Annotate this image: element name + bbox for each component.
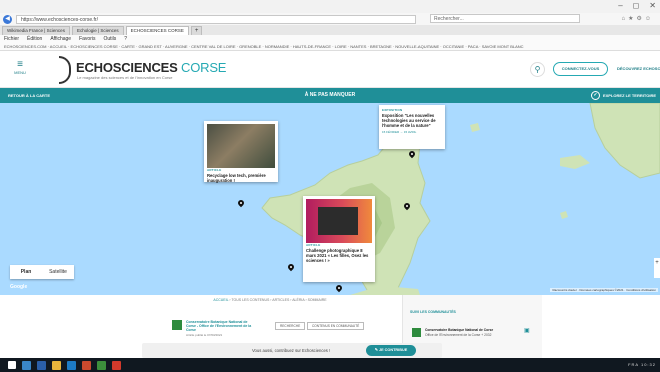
author-block[interactable]: Conservatoire Botanique National de Cors… — [172, 320, 256, 337]
zoom-in-button[interactable]: + — [654, 258, 660, 278]
capraia-island — [470, 123, 480, 132]
contribute-button[interactable]: ✎ JE CONTRIBUE — [366, 345, 416, 356]
address-bar-row: ◀ https://www.echosciences-corse.fr/ Rec… — [0, 13, 660, 25]
card-title: Challenge photographique 8 mars 2021 « L… — [306, 248, 369, 263]
browser-tab-2[interactable]: Echologie | Sciences — [71, 26, 124, 35]
ie-browser-icon[interactable] — [37, 360, 46, 370]
menu-label: MENU — [14, 70, 26, 75]
browser-tab-strip: Wikimedia France | Sciences Echologie | … — [0, 25, 660, 35]
menu-fichier[interactable]: Fichier — [4, 35, 19, 43]
powerpoint-icon[interactable] — [82, 360, 91, 370]
tag-contenus[interactable]: CONTENUS EN COMMUNAUTÉ — [307, 322, 365, 330]
map-card-recyclage[interactable]: ARTICLE Recyclage low tech, première ina… — [204, 121, 278, 183]
window-controls: – ◻ ✕ — [618, 1, 656, 10]
map-pin[interactable] — [409, 151, 415, 159]
folder-icon[interactable] — [52, 360, 61, 370]
site-header: ≡ MENU ECHOSCIENCES CORSE Le magazine de… — [0, 51, 660, 88]
breadcrumb-trail[interactable]: › TOUS LES CONTENUS › ARTICLES › ALÉRIA … — [229, 298, 326, 302]
card-thumbnail-photo — [318, 207, 358, 235]
excel-icon[interactable] — [97, 360, 106, 370]
map-type-toggle: Plan Satellite — [10, 265, 74, 279]
card-category: ARTICLE — [207, 168, 222, 172]
connect-button[interactable]: CONNECTEZ-VOUS — [553, 62, 608, 76]
discover-link[interactable]: DÉCOUVREZ ECHOSCIENCES — [617, 62, 660, 76]
sardinia-coast — [350, 287, 420, 295]
card-title: Exposition "Les nouvelles technologies a… — [382, 113, 436, 128]
logo-bracket-icon — [59, 56, 71, 84]
logo-accent: CORSE — [181, 60, 227, 75]
explore-label: EXPLOREZ LE TERRITOIRE — [602, 93, 656, 98]
publish-date: Article publié le 07/03/2021 — [186, 333, 223, 337]
community-item[interactable]: Conservatoire Botanique National de Cors… — [412, 328, 530, 338]
logo-text: ECHOSCIENCES CORSE — [76, 60, 226, 75]
minimize-icon[interactable]: – — [618, 1, 622, 10]
map-card-challenge[interactable]: ARTICLE Challenge photographique 8 mars … — [303, 196, 375, 282]
breadcrumb-home[interactable]: ACCUEIL — [213, 298, 228, 302]
map[interactable]: ARTICLE Recyclage low tech, première ina… — [0, 103, 660, 295]
back-arrow-icon[interactable]: ◀ — [3, 14, 12, 24]
card-date: 15 FÉVRIER → 15 AVRIL — [382, 130, 417, 134]
menu-outils[interactable]: Outils — [103, 35, 116, 43]
menu-edition[interactable]: Édition — [27, 35, 42, 43]
browser-menubar: Fichier Édition Affichage Favoris Outils… — [0, 35, 660, 43]
url-field[interactable]: https://www.echosciences-corse.fr/ — [16, 14, 416, 24]
card-category: EXPOSITION — [382, 108, 403, 112]
section-title: À NE PAS MANQUER — [304, 92, 356, 98]
community-sub: Office de l'Environnement de la Corse + … — [425, 333, 492, 337]
word-icon[interactable] — [67, 360, 76, 370]
maximize-icon[interactable]: ◻ — [633, 1, 640, 10]
map-terms[interactable]: Raccourcis clavier · Données cartographi… — [550, 288, 658, 292]
menu-aide[interactable]: ? — [124, 35, 127, 43]
search-icon[interactable]: ⚲ — [530, 62, 545, 77]
system-tray[interactable]: FRA 10:32 — [628, 358, 656, 372]
tag-recherche[interactable]: RECHERCHE — [275, 322, 306, 330]
map-type-satellite[interactable]: Satellite — [42, 265, 74, 279]
elba-island — [560, 155, 590, 169]
windows-start-icon[interactable] — [8, 361, 16, 369]
montecristo-island — [560, 211, 568, 219]
author-avatar — [172, 320, 182, 330]
map-pin[interactable] — [288, 264, 294, 272]
logo-tagline: Le magazine des sciences et de l'innovat… — [77, 75, 173, 80]
map-pin[interactable] — [404, 203, 410, 211]
menu-favoris[interactable]: Favoris — [79, 35, 95, 43]
search-taskbar-icon[interactable] — [22, 360, 31, 370]
explore-territory-link[interactable]: ✓ EXPLOREZ LE TERRITOIRE — [590, 88, 656, 103]
contribute-banner: Vous aussi, contribuez sur Echosciences … — [142, 343, 442, 358]
contribute-text: Vous aussi, contribuez sur Echosciences … — [252, 348, 331, 353]
card-title: Recyclage low tech, première inauguratio… — [207, 173, 266, 183]
new-tab-button[interactable]: + — [190, 26, 203, 35]
menu-affichage[interactable]: Affichage — [50, 35, 71, 43]
card-thumbnail — [306, 199, 372, 243]
hamburger-icon: ≡ — [17, 59, 23, 70]
os-taskbar: FRA 10:32 — [0, 358, 660, 372]
browser-tool-icons[interactable]: ⌂★⚙☺ — [621, 15, 654, 22]
site-logo[interactable]: ECHOSCIENCES CORSE Le magazine des scien… — [59, 56, 229, 84]
community-avatar — [412, 328, 421, 337]
map-pin[interactable] — [336, 285, 342, 293]
browser-titlebar: – ◻ ✕ — [0, 0, 660, 13]
browser-tab-3[interactable]: ECHOSCIENCES CORSE — [125, 26, 189, 35]
favorites-bar[interactable]: ECHOSCIENCES.COM · ACCUEIL · ECHOSCIENCE… — [0, 43, 660, 51]
map-pin[interactable] — [238, 200, 244, 208]
google-logo: Google — [10, 284, 28, 290]
italy-coast — [589, 103, 660, 179]
close-icon[interactable]: ✕ — [649, 1, 656, 10]
section-bar: RETOUR À LA CARTE À NE PAS MANQUER ✓ EXP… — [0, 88, 660, 103]
map-type-plan[interactable]: Plan — [10, 265, 42, 279]
browser-search-input[interactable]: Rechercher... — [430, 14, 580, 23]
communities-title: SUIVI LES COMMUNAUTÉS — [410, 310, 456, 314]
author-name[interactable]: Conservatoire Botanique National de Cors… — [186, 320, 256, 332]
card-thumbnail — [207, 124, 275, 168]
map-card-exposition[interactable]: EXPOSITION Exposition "Les nouvelles tec… — [379, 105, 445, 149]
logo-main: ECHOSCIENCES — [76, 60, 178, 75]
card-category: ARTICLE — [306, 243, 321, 247]
compass-icon: ✓ — [590, 91, 600, 100]
menu-button[interactable]: ≡ MENU — [13, 60, 27, 78]
browser-tab-1[interactable]: Wikimedia France | Sciences — [2, 26, 70, 35]
app-icon[interactable] — [112, 360, 121, 370]
bookmark-icon[interactable]: ▣ — [524, 327, 530, 334]
